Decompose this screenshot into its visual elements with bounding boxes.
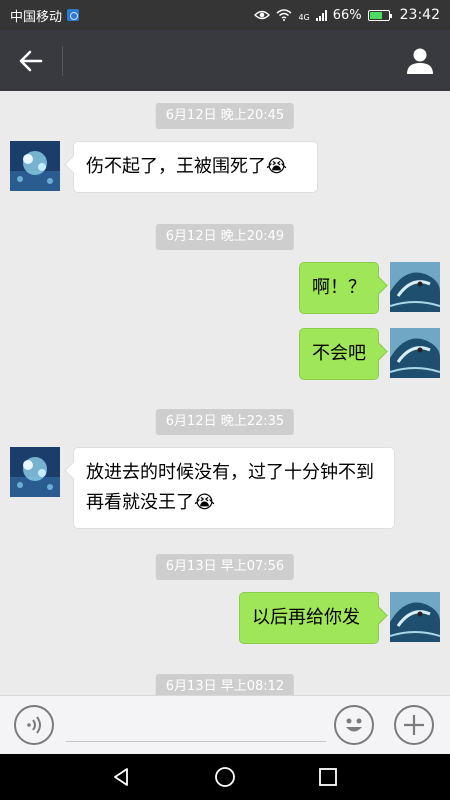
timestamp-chip: 6月13日 早上07:56 bbox=[155, 554, 295, 580]
message-text: 不会吧 bbox=[312, 343, 366, 364]
system-nav-bar bbox=[0, 754, 450, 800]
incoming-message-bubble[interactable]: 放进去的时候没有，过了十分钟不到再看就没王了😭 bbox=[73, 447, 395, 529]
person-icon bbox=[407, 48, 433, 74]
incoming-message-bubble[interactable]: 伤不起了，王被围死了😭 bbox=[73, 141, 318, 193]
header-divider bbox=[62, 45, 63, 76]
system-home-button[interactable] bbox=[205, 757, 245, 797]
chat-info-button[interactable] bbox=[390, 30, 450, 91]
wifi-icon bbox=[276, 9, 292, 21]
plus-icon bbox=[404, 715, 424, 735]
timestamp-chip: 6月12日 晚上20:49 bbox=[155, 224, 295, 250]
battery-icon bbox=[367, 9, 392, 21]
outgoing-message-bubble[interactable]: 不会吧 bbox=[299, 328, 379, 380]
battery-percent: 66% bbox=[332, 7, 362, 23]
message-text: 放进去的时候没有，过了十分钟不到再看就没王了😭 bbox=[86, 462, 374, 513]
recents-square-icon bbox=[319, 768, 338, 786]
carrier-name: 中国移动 bbox=[10, 9, 63, 25]
back-button[interactable] bbox=[0, 30, 62, 91]
back-triangle-icon bbox=[113, 768, 128, 786]
voice-button[interactable] bbox=[14, 705, 54, 745]
outgoing-message-bubble[interactable]: 以后再给你发 bbox=[239, 592, 379, 644]
clock: 23:42 bbox=[399, 7, 440, 23]
message-input[interactable] bbox=[66, 708, 326, 742]
message-text: 伤不起了，王被围死了😭 bbox=[86, 156, 288, 177]
my-avatar[interactable] bbox=[390, 328, 440, 378]
timestamp-chip: 6月12日 晚上22:35 bbox=[155, 409, 295, 435]
network-type: 4G bbox=[298, 13, 310, 22]
voice-icon bbox=[27, 716, 41, 734]
message-list[interactable]: 6月12日 晚上20:45 伤不起了，王被围死了😭 6月12日 晚上20:49 啊！？… bbox=[0, 91, 450, 695]
system-back-button[interactable] bbox=[102, 757, 142, 797]
status-bar: 中国移动 4G 66% 23:42 bbox=[0, 0, 450, 30]
back-arrow-icon bbox=[19, 50, 43, 71]
message-text: 以后再给你发 bbox=[252, 607, 360, 628]
more-button[interactable] bbox=[394, 705, 434, 745]
my-avatar[interactable] bbox=[390, 262, 440, 312]
emoji-icon bbox=[346, 718, 362, 732]
outgoing-message-bubble[interactable]: 啊！？ bbox=[299, 262, 379, 314]
message-text: 啊！？ bbox=[312, 277, 366, 298]
timestamp-chip: 6月12日 晚上20:45 bbox=[155, 103, 295, 129]
emoji-button[interactable] bbox=[334, 705, 374, 745]
system-recents-button[interactable] bbox=[308, 757, 348, 797]
input-bar bbox=[0, 695, 450, 754]
contact-avatar[interactable] bbox=[10, 141, 60, 191]
timestamp-chip: 6月13日 早上08:12 bbox=[155, 674, 295, 695]
signal-icon bbox=[315, 9, 327, 21]
contact-avatar[interactable] bbox=[10, 447, 60, 497]
carrier-badge-icon bbox=[67, 9, 80, 21]
chat-header bbox=[0, 30, 450, 91]
my-avatar[interactable] bbox=[390, 592, 440, 642]
eye-icon bbox=[254, 10, 271, 20]
home-circle-icon bbox=[215, 767, 235, 787]
